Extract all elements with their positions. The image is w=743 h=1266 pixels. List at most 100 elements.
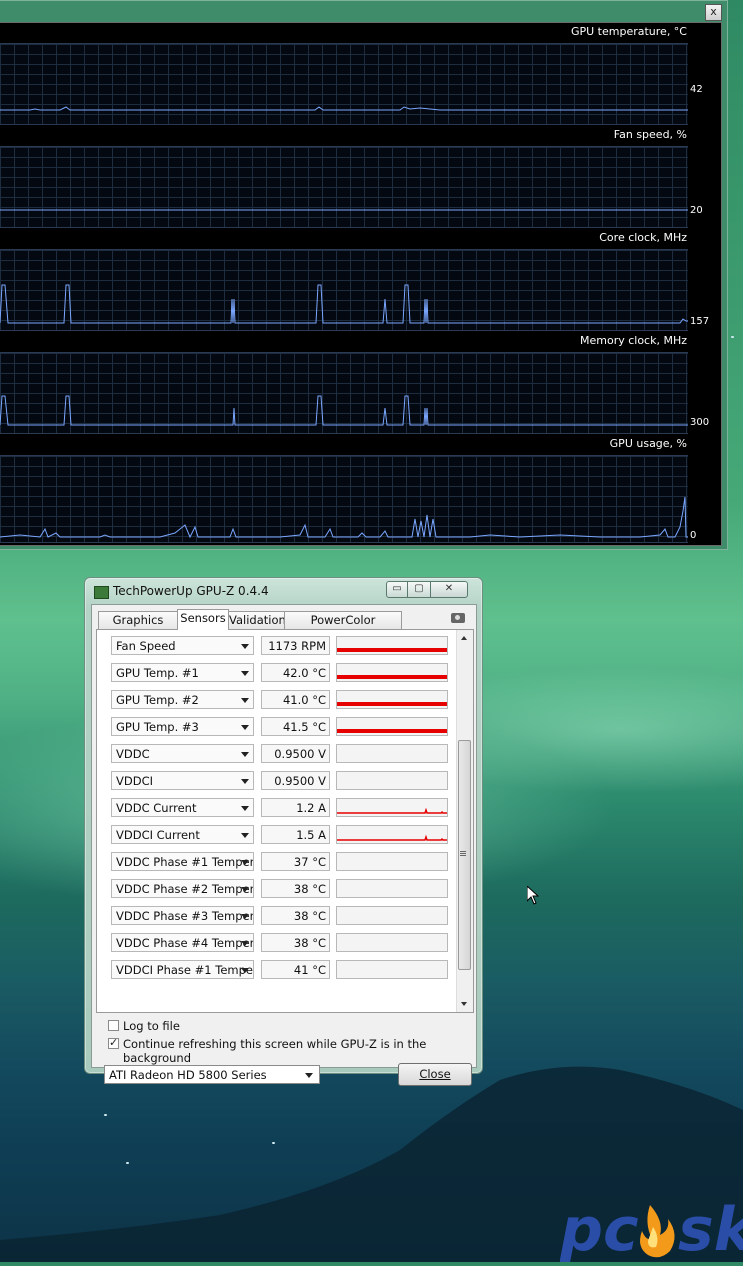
sensor-graph: [336, 852, 448, 871]
sensor-graph: [336, 636, 448, 655]
sensor-name: VDDC Current: [116, 801, 197, 815]
sensor-name-dropdown[interactable]: VDDC: [111, 744, 254, 763]
continue-refresh-checkbox[interactable]: [108, 1036, 119, 1049]
sensor-name-dropdown[interactable]: VDDC Phase #1 Temperature: [111, 852, 254, 871]
graph-line: [0, 284, 688, 324]
continue-refresh-label: Continue refreshing this screen while GP…: [123, 1037, 427, 1065]
sensor-graph: [336, 798, 448, 817]
sensor-row: GPU Temp. #2 41.0 °C: [111, 690, 451, 712]
star: [126, 1162, 129, 1164]
chevron-down-icon: [241, 887, 249, 892]
sensor-graph-fill: [337, 729, 447, 733]
graph-title: GPU temperature, °C: [570, 25, 687, 38]
chevron-down-icon: [241, 644, 249, 649]
log-to-file-label: Log to file: [123, 1019, 180, 1033]
chevron-down-icon: [305, 1073, 313, 1078]
chevron-down-icon: [241, 671, 249, 676]
sensor-name-dropdown[interactable]: GPU Temp. #3: [111, 717, 254, 736]
scroll-down-arrow-icon[interactable]: [461, 1002, 467, 1006]
sensor-row: VDDC Phase #3 Temperature 38 °C: [111, 906, 451, 928]
camera-icon[interactable]: [451, 613, 465, 623]
maximize-button[interactable]: ▢: [407, 581, 431, 598]
sensor-name-dropdown[interactable]: VDDC Phase #4 Temperature: [111, 933, 254, 952]
gpuz-app-icon: [94, 586, 109, 599]
graph-current-value: 157: [690, 316, 710, 327]
chevron-down-icon: [241, 806, 249, 811]
sensor-name-dropdown[interactable]: GPU Temp. #2: [111, 690, 254, 709]
sensor-value: 42.0 °C: [261, 663, 330, 682]
graph-line: [0, 395, 688, 426]
monitor-graph-area: GPU temperature, °C 42 Fan speed, % 20 C…: [0, 22, 722, 546]
sensor-name-dropdown[interactable]: VDDCI: [111, 771, 254, 790]
sensor-graph: [336, 906, 448, 925]
log-to-file-checkbox[interactable]: [108, 1020, 119, 1031]
tab-graphics-card[interactable]: Graphics Card: [98, 611, 178, 644]
sensor-value: 1173 RPM: [261, 636, 330, 655]
window-close-button[interactable]: ✕: [430, 581, 468, 598]
window-title: TechPowerUp GPU-Z 0.4.4: [113, 584, 269, 598]
sensor-name-dropdown[interactable]: VDDC Phase #2 Temperature: [111, 879, 254, 898]
graph-line: [0, 496, 688, 539]
graph-current-value: 42: [690, 84, 703, 95]
graph-title: Core clock, MHz: [599, 231, 687, 244]
sensor-graph-fill: [337, 675, 447, 679]
sensor-row: VDDC Current 1.2 A: [111, 798, 451, 820]
chevron-down-icon: [241, 914, 249, 919]
star: [104, 1114, 107, 1116]
sensor-graph-fill: [337, 648, 447, 652]
sensor-value: 38 °C: [261, 906, 330, 925]
close-button[interactable]: Close: [398, 1063, 472, 1086]
tab-powercolor-giveaway[interactable]: PowerColor Giveaway: [284, 611, 402, 644]
chevron-down-icon: [241, 968, 249, 973]
star: [272, 1142, 275, 1144]
chevron-down-icon: [241, 941, 249, 946]
chevron-down-icon: [241, 779, 249, 784]
sensor-row: VDDC Phase #4 Temperature 38 °C: [111, 933, 451, 955]
sensor-name: VDDC: [116, 747, 150, 761]
sensor-graph: [336, 717, 448, 736]
sensor-graph: [336, 663, 448, 682]
star: [731, 336, 734, 338]
sensor-graph-line: [337, 834, 447, 841]
sensor-monitor-window: x GPU temperature, °C 42 Fan speed, % 20…: [0, 0, 728, 550]
sensor-value: 37 °C: [261, 852, 330, 871]
sensor-name-dropdown[interactable]: VDDCI Phase #1 Temperature: [111, 960, 254, 979]
sensor-graph-fill: [337, 702, 447, 706]
tab-sensors[interactable]: Sensors: [177, 609, 229, 630]
sensor-row: VDDCI Phase #1 Temperature 41 °C: [111, 960, 451, 982]
scrollbar-thumb[interactable]: [458, 740, 471, 970]
gpuz-window: TechPowerUp GPU-Z 0.4.4 ▭ ▢ ✕ Graphics C…: [84, 577, 483, 1086]
sensor-name-dropdown[interactable]: VDDC Phase #3 Temperature: [111, 906, 254, 925]
sensor-name: VDDC Phase #1 Temperature: [116, 855, 254, 869]
monitor-close-button[interactable]: x: [705, 4, 722, 21]
graph-current-value: 300: [690, 417, 710, 428]
sensor-name-dropdown[interactable]: Fan Speed: [111, 636, 254, 655]
sensor-name: VDDC Phase #2 Temperature: [116, 882, 254, 896]
sensor-graph: [336, 771, 448, 790]
sensor-name: VDDC Phase #4 Temperature: [116, 936, 254, 950]
gpu-select-dropdown[interactable]: ATI Radeon HD 5800 Series: [104, 1065, 320, 1084]
tab-validation[interactable]: Validation: [228, 611, 286, 629]
sensor-name: VDDC Phase #3 Temperature: [116, 909, 254, 923]
sensor-row: VDDCI Current 1.5 A: [111, 825, 451, 847]
chevron-down-icon: [241, 725, 249, 730]
sensor-value: 0.9500 V: [261, 771, 330, 790]
scroll-up-arrow-icon[interactable]: [461, 636, 467, 640]
sensor-name-dropdown[interactable]: VDDCI Current: [111, 825, 254, 844]
sensor-graph: [336, 744, 448, 763]
pcask-logo: pc sk: [559, 1185, 743, 1265]
sensor-row: VDDCI 0.9500 V: [111, 771, 451, 793]
sensor-name-dropdown[interactable]: VDDC Current: [111, 798, 254, 817]
sensor-value: 41.0 °C: [261, 690, 330, 709]
sensor-graph: [336, 933, 448, 952]
chevron-down-icon: [241, 698, 249, 703]
sensors-panel: Fan Speed 1173 RPM GPU Temp. #1 42.0 °C GPU …: [96, 629, 474, 1013]
sensor-row: VDDC 0.9500 V: [111, 744, 451, 766]
vertical-scrollbar[interactable]: [456, 630, 473, 1012]
sensor-name-dropdown[interactable]: GPU Temp. #1: [111, 663, 254, 682]
sensor-row: Fan Speed 1173 RPM: [111, 636, 451, 658]
chevron-down-icon: [241, 860, 249, 865]
mouse-cursor-icon: [526, 884, 540, 909]
minimize-button[interactable]: ▭: [386, 581, 408, 598]
sensor-value: 38 °C: [261, 879, 330, 898]
